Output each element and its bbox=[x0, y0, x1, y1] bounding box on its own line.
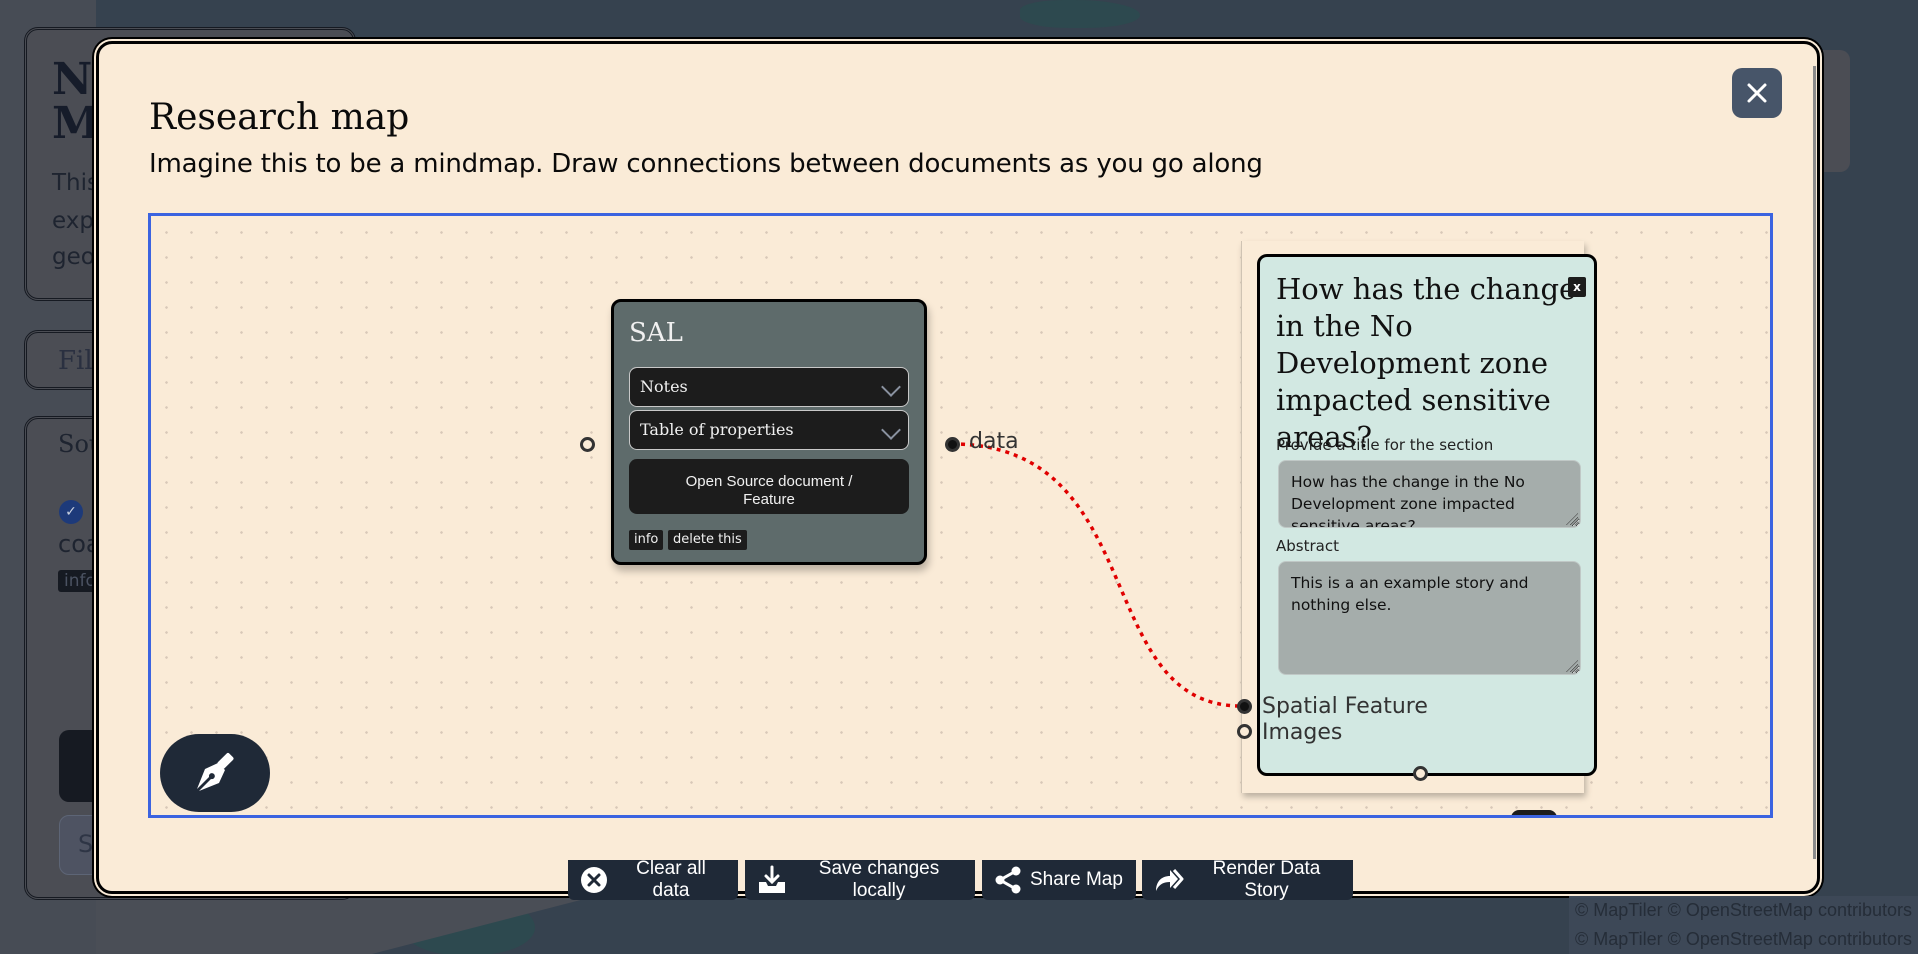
chevron-down-icon bbox=[881, 420, 901, 440]
section-title-value: How has the change in the No Development… bbox=[1291, 473, 1525, 528]
source-node-input-handle[interactable] bbox=[580, 437, 595, 452]
research-map-modal: Research map Imagine this to be a mindma… bbox=[96, 41, 1820, 901]
notes-dropdown-label: Notes bbox=[640, 377, 688, 396]
background-desc-line: exp bbox=[52, 208, 94, 234]
delete-node-button[interactable]: delete this bbox=[668, 530, 747, 550]
mindmap-canvas[interactable]: SAL Notes Table of properties Open Sourc… bbox=[148, 213, 1773, 818]
map-feature bbox=[1020, 0, 1140, 28]
output-handle-label: data bbox=[969, 429, 1019, 454]
download-tray-icon bbox=[759, 865, 785, 893]
map-attribution[interactable]: © MapTiler © OpenStreetMap contributors bbox=[1569, 896, 1918, 925]
section-title-textarea[interactable]: How has the change in the No Development… bbox=[1278, 460, 1581, 528]
forward-arrows-icon bbox=[1156, 869, 1184, 891]
spatial-feature-handle-label: Spatial Feature bbox=[1262, 694, 1428, 719]
story-bottom-tab[interactable] bbox=[1511, 810, 1557, 815]
story-bottom-handle[interactable] bbox=[1413, 766, 1428, 781]
save-changes-label: Save changes locally bbox=[818, 858, 940, 901]
notes-dropdown[interactable]: Notes bbox=[629, 367, 909, 407]
checkmark-icon[interactable]: ✓ bbox=[59, 500, 83, 524]
map-attribution[interactable]: © MapTiler © OpenStreetMap contributors bbox=[1569, 925, 1918, 954]
clear-all-data-button[interactable]: Clear all data bbox=[568, 858, 738, 901]
table-dropdown-label: Table of properties bbox=[640, 420, 794, 439]
abstract-value: This is a an example story and nothing e… bbox=[1291, 574, 1529, 614]
info-tag-button[interactable]: info bbox=[629, 530, 664, 550]
abstract-textarea[interactable]: This is a an example story and nothing e… bbox=[1278, 561, 1581, 675]
resize-grip-icon[interactable] bbox=[1566, 660, 1578, 672]
share-map-label: Share Map bbox=[1030, 869, 1123, 890]
save-changes-button[interactable]: Save changes locally bbox=[745, 858, 975, 901]
story-close-button[interactable]: x bbox=[1568, 277, 1586, 297]
modal-subtitle: Imagine this to be a mindmap. Draw conne… bbox=[149, 149, 1263, 179]
close-icon bbox=[1747, 83, 1767, 103]
render-data-story-label: Render Data Story bbox=[1212, 858, 1321, 901]
pen-nib-icon bbox=[197, 752, 234, 791]
background-right-panel bbox=[1820, 50, 1850, 172]
spatial-feature-input-handle[interactable] bbox=[1237, 699, 1252, 714]
background-desc-line: This bbox=[52, 170, 99, 196]
source-node-sal[interactable]: SAL Notes Table of properties Open Sourc… bbox=[611, 299, 927, 565]
modal-title: Research map bbox=[149, 97, 410, 138]
images-handle-label: Images bbox=[1262, 720, 1343, 745]
story-heading: How has the change in the No Development… bbox=[1276, 272, 1577, 454]
title-field-label: Provide a title for the section bbox=[1276, 436, 1494, 454]
circle-x-icon bbox=[581, 867, 607, 893]
chevron-down-icon bbox=[881, 377, 901, 397]
share-icon bbox=[995, 866, 1021, 894]
modal-close-button[interactable] bbox=[1732, 68, 1782, 118]
source-node-output-handle[interactable] bbox=[945, 437, 960, 452]
images-input-handle[interactable] bbox=[1237, 724, 1252, 739]
abstract-label: Abstract bbox=[1276, 537, 1339, 555]
draw-tool-button[interactable] bbox=[160, 734, 270, 812]
story-section-node[interactable]: How has the change in the No Development… bbox=[1257, 254, 1597, 776]
background-desc-line: geo bbox=[52, 244, 95, 270]
source-node-title: SAL bbox=[629, 318, 683, 348]
table-of-properties-dropdown[interactable]: Table of properties bbox=[629, 410, 909, 450]
clear-all-data-label: Clear all data bbox=[636, 858, 706, 901]
share-map-button[interactable]: Share Map bbox=[982, 860, 1136, 900]
modal-scrollbar[interactable] bbox=[1813, 66, 1816, 859]
render-data-story-button[interactable]: Render Data Story bbox=[1142, 858, 1353, 901]
open-source-document-button[interactable]: Open Source document / Feature bbox=[629, 459, 909, 514]
edge-path[interactable] bbox=[951, 442, 1242, 708]
resize-grip-icon[interactable] bbox=[1566, 513, 1578, 525]
background-source-item: coa bbox=[58, 530, 101, 558]
